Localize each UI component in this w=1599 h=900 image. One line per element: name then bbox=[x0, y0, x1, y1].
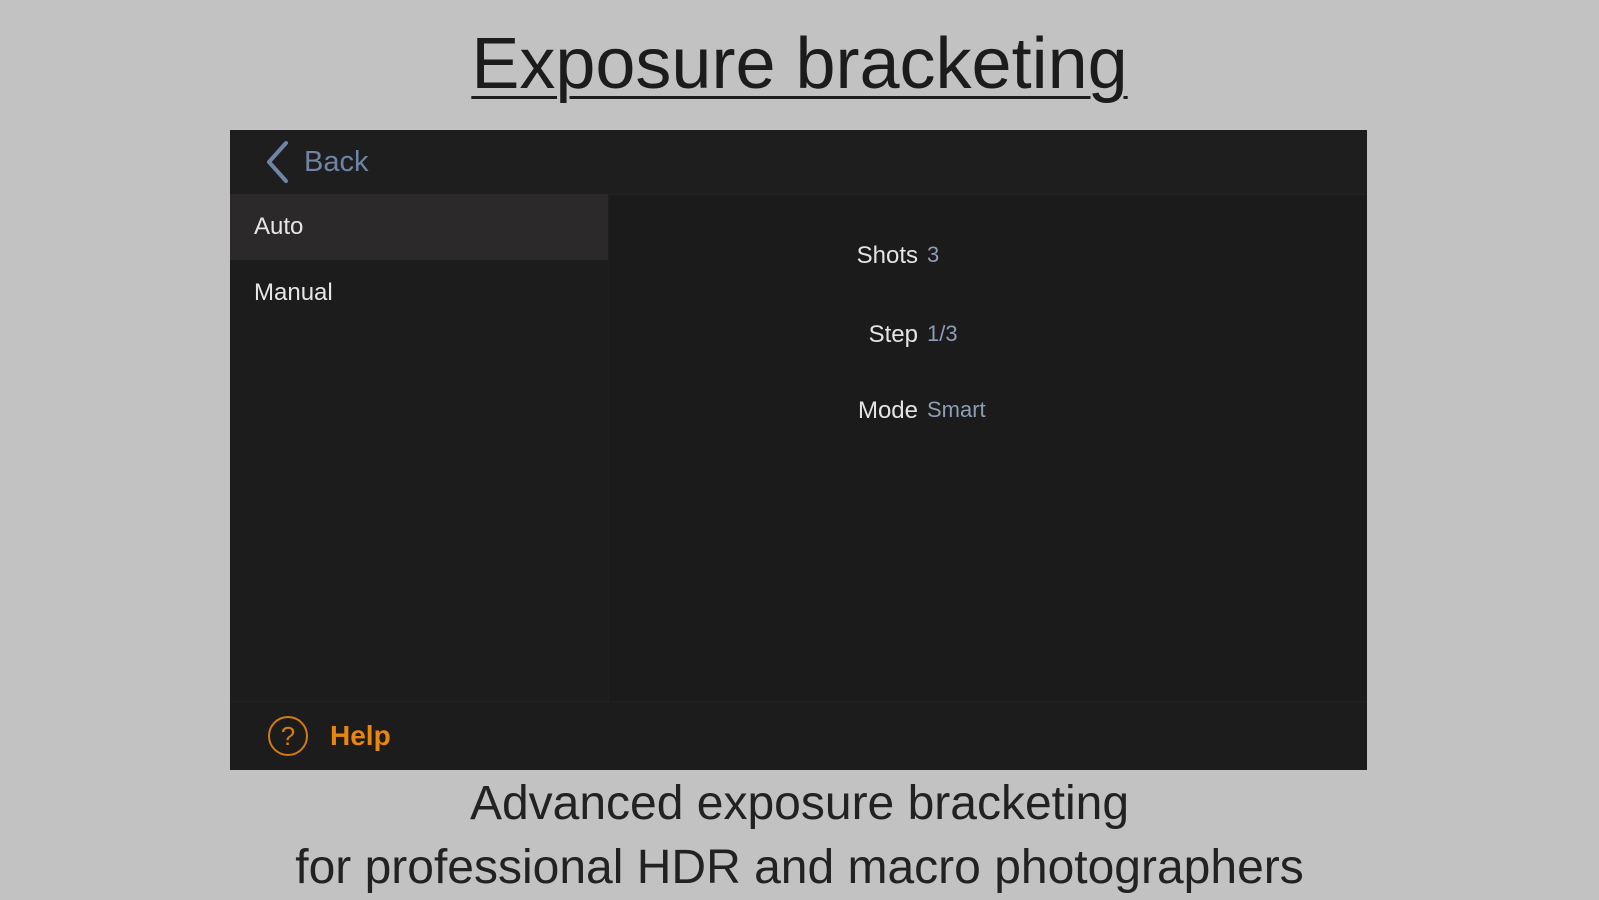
mode-label: Mode bbox=[857, 397, 918, 424]
caption-line-1: Advanced exposure bracketing bbox=[469, 777, 1130, 830]
help-circle-icon: ? bbox=[268, 716, 308, 756]
sidebar-item-label: Auto bbox=[254, 213, 304, 240]
shots-row: Shots 3 bbox=[609, 236, 1367, 276]
chevron-left-icon bbox=[264, 140, 290, 184]
shots-label: Shots bbox=[856, 242, 918, 269]
sidebar-item-manual[interactable]: Manual bbox=[230, 260, 608, 326]
sidebar-item-label: Manual bbox=[254, 279, 333, 306]
help-button[interactable]: ? Help bbox=[268, 712, 391, 760]
back-label: Back bbox=[304, 145, 369, 178]
caption-line-2: for professional HDR and macro photograp… bbox=[295, 841, 1304, 894]
top-bar: Back bbox=[230, 130, 1367, 195]
step-value[interactable]: 1/3 bbox=[927, 321, 958, 347]
step-label: Step bbox=[868, 321, 918, 348]
shots-value[interactable]: 3 bbox=[927, 242, 939, 268]
help-label: Help bbox=[330, 720, 391, 751]
sidebar: Auto Manual bbox=[230, 194, 609, 701]
caption: Advanced exposure bracketing for profess… bbox=[0, 772, 1599, 900]
sidebar-item-auto[interactable]: Auto bbox=[230, 194, 608, 260]
headline: Exposure bracketing bbox=[471, 24, 1128, 104]
mode-row: Mode Smart bbox=[609, 391, 1367, 431]
back-button[interactable]: Back bbox=[264, 138, 368, 186]
bottom-bar: ? Help bbox=[230, 701, 1367, 770]
mode-value[interactable]: Smart bbox=[927, 397, 986, 423]
settings-panel: Shots 3 Step 1/3 Mode Smart bbox=[609, 194, 1367, 701]
step-row: Step 1/3 bbox=[609, 315, 1367, 355]
app-screen: Back Auto Manual Shots 3 Step 1/3 Mode S… bbox=[230, 130, 1367, 770]
